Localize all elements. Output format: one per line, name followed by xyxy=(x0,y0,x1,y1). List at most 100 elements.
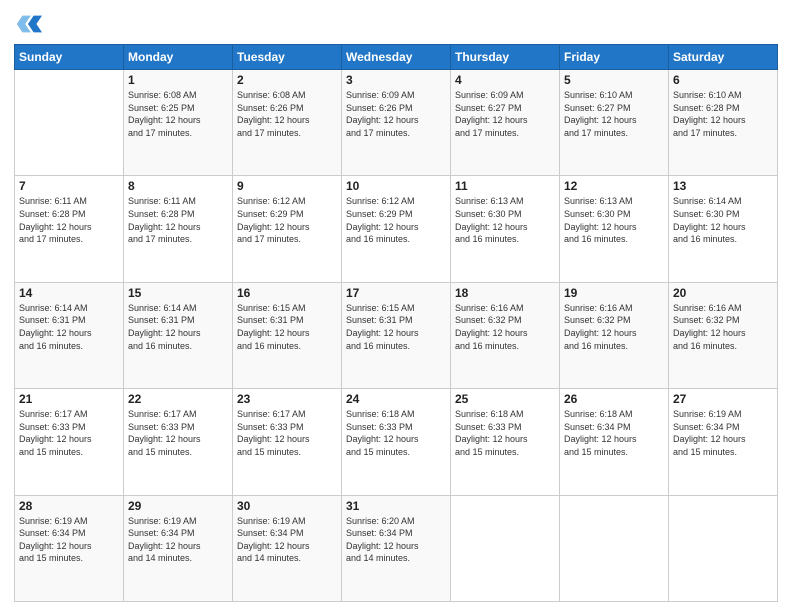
calendar-cell: 15 Sunrise: 6:14 AMSunset: 6:31 PMDayligh… xyxy=(124,282,233,388)
calendar-cell: 20Sunrise: 6:16 AMSunset: 6:32 PMDayligh… xyxy=(669,282,778,388)
day-info: Sunrise: 6:18 AMSunset: 6:34 PMDaylight:… xyxy=(564,408,664,458)
day-info: Sunrise: 6:18 AMSunset: 6:33 PMDaylight:… xyxy=(455,408,555,458)
day-info: Sunrise: 6:08 AMSunset: 6:26 PMDaylight:… xyxy=(237,89,337,139)
calendar-cell: 10Sunrise: 6:12 AMSunset: 6:29 PMDayligh… xyxy=(342,176,451,282)
week-row-3: 21 Sunrise: 6:17 AMSunset: 6:33 PMDayligh… xyxy=(15,389,778,495)
day-info: Sunrise: 6:17 AMSunset: 6:33 PMDaylight:… xyxy=(237,408,337,458)
day-info: Sunrise: 6:14 AMSunset: 6:30 PMDaylight:… xyxy=(673,195,773,245)
day-number: 29 xyxy=(128,499,228,513)
calendar-cell: 17 Sunrise: 6:15 AMSunset: 6:31 PMDayligh… xyxy=(342,282,451,388)
day-number: 7 xyxy=(19,179,119,193)
day-info: Sunrise: 6:17 AMSunset: 6:33 PMDaylight:… xyxy=(128,408,228,458)
day-header-thursday: Thursday xyxy=(451,45,560,70)
day-number: 1 xyxy=(128,73,228,87)
day-info: Sunrise: 6:13 AMSunset: 6:30 PMDaylight:… xyxy=(564,195,664,245)
calendar-cell: 9 Sunrise: 6:12 AMSunset: 6:29 PMDaylight… xyxy=(233,176,342,282)
day-info: Sunrise: 6:14 AMSunset: 6:31 PMDaylight:… xyxy=(19,302,119,352)
calendar-cell: 21Sunrise: 6:17 AMSunset: 6:33 PMDayligh… xyxy=(15,389,124,495)
calendar-cell: 31 Sunrise: 6:20 AMSunset: 6:34 PMDayligh… xyxy=(342,495,451,601)
day-number: 12 xyxy=(564,179,664,193)
day-number: 10 xyxy=(346,179,446,193)
day-info: Sunrise: 6:16 AMSunset: 6:32 PMDaylight:… xyxy=(673,302,773,352)
calendar-cell: 12 Sunrise: 6:13 AMSunset: 6:30 PMDayligh… xyxy=(560,176,669,282)
day-number: 22 xyxy=(128,392,228,406)
day-number: 15 xyxy=(128,286,228,300)
day-number: 28 xyxy=(19,499,119,513)
calendar-cell: 3 Sunrise: 6:09 AMSunset: 6:26 PMDaylight… xyxy=(342,70,451,176)
day-number: 3 xyxy=(346,73,446,87)
day-number: 9 xyxy=(237,179,337,193)
day-info: Sunrise: 6:11 AMSunset: 6:28 PMDaylight:… xyxy=(19,195,119,245)
calendar-cell xyxy=(451,495,560,601)
header-row: SundayMondayTuesdayWednesdayThursdayFrid… xyxy=(15,45,778,70)
logo xyxy=(14,10,46,38)
day-header-saturday: Saturday xyxy=(669,45,778,70)
day-info: Sunrise: 6:09 AMSunset: 6:27 PMDaylight:… xyxy=(455,89,555,139)
day-number: 14 xyxy=(19,286,119,300)
day-info: Sunrise: 6:19 AMSunset: 6:34 PMDaylight:… xyxy=(128,515,228,565)
day-number: 24 xyxy=(346,392,446,406)
calendar-cell: 11Sunrise: 6:13 AMSunset: 6:30 PMDayligh… xyxy=(451,176,560,282)
day-header-wednesday: Wednesday xyxy=(342,45,451,70)
calendar-cell: 22 Sunrise: 6:17 AMSunset: 6:33 PMDayligh… xyxy=(124,389,233,495)
day-info: Sunrise: 6:19 AMSunset: 6:34 PMDaylight:… xyxy=(237,515,337,565)
calendar-cell: 19Sunrise: 6:16 AMSunset: 6:32 PMDayligh… xyxy=(560,282,669,388)
header xyxy=(14,10,778,38)
calendar-cell: 24Sunrise: 6:18 AMSunset: 6:33 PMDayligh… xyxy=(342,389,451,495)
calendar-cell: 26 Sunrise: 6:18 AMSunset: 6:34 PMDayligh… xyxy=(560,389,669,495)
calendar-cell: 16Sunrise: 6:15 AMSunset: 6:31 PMDayligh… xyxy=(233,282,342,388)
day-info: Sunrise: 6:09 AMSunset: 6:26 PMDaylight:… xyxy=(346,89,446,139)
day-number: 23 xyxy=(237,392,337,406)
calendar-cell xyxy=(15,70,124,176)
calendar-cell: 2 Sunrise: 6:08 AMSunset: 6:26 PMDaylight… xyxy=(233,70,342,176)
day-number: 31 xyxy=(346,499,446,513)
day-info: Sunrise: 6:08 AMSunset: 6:25 PMDaylight:… xyxy=(128,89,228,139)
calendar-cell: 1 Sunrise: 6:08 AMSunset: 6:25 PMDaylight… xyxy=(124,70,233,176)
day-number: 21 xyxy=(19,392,119,406)
calendar-cell: 7 Sunrise: 6:11 AMSunset: 6:28 PMDaylight… xyxy=(15,176,124,282)
day-number: 17 xyxy=(346,286,446,300)
day-number: 13 xyxy=(673,179,773,193)
day-header-friday: Friday xyxy=(560,45,669,70)
week-row-4: 28 Sunrise: 6:19 AMSunset: 6:34 PMDayligh… xyxy=(15,495,778,601)
calendar-cell: 8 Sunrise: 6:11 AMSunset: 6:28 PMDaylight… xyxy=(124,176,233,282)
calendar-cell: 13 Sunrise: 6:14 AMSunset: 6:30 PMDayligh… xyxy=(669,176,778,282)
day-info: Sunrise: 6:19 AMSunset: 6:34 PMDaylight:… xyxy=(673,408,773,458)
day-header-sunday: Sunday xyxy=(15,45,124,70)
calendar-cell: 4Sunrise: 6:09 AMSunset: 6:27 PMDaylight… xyxy=(451,70,560,176)
day-number: 2 xyxy=(237,73,337,87)
calendar-cell: 14 Sunrise: 6:14 AMSunset: 6:31 PMDayligh… xyxy=(15,282,124,388)
week-row-2: 14 Sunrise: 6:14 AMSunset: 6:31 PMDayligh… xyxy=(15,282,778,388)
day-number: 6 xyxy=(673,73,773,87)
day-header-tuesday: Tuesday xyxy=(233,45,342,70)
logo-icon xyxy=(14,10,42,38)
day-info: Sunrise: 6:15 AMSunset: 6:31 PMDaylight:… xyxy=(346,302,446,352)
calendar-cell: 25Sunrise: 6:18 AMSunset: 6:33 PMDayligh… xyxy=(451,389,560,495)
calendar-cell: 6 Sunrise: 6:10 AMSunset: 6:28 PMDaylight… xyxy=(669,70,778,176)
calendar-table: SundayMondayTuesdayWednesdayThursdayFrid… xyxy=(14,44,778,602)
calendar-cell xyxy=(560,495,669,601)
calendar-cell: 30Sunrise: 6:19 AMSunset: 6:34 PMDayligh… xyxy=(233,495,342,601)
day-info: Sunrise: 6:10 AMSunset: 6:28 PMDaylight:… xyxy=(673,89,773,139)
day-header-monday: Monday xyxy=(124,45,233,70)
calendar-cell: 29 Sunrise: 6:19 AMSunset: 6:34 PMDayligh… xyxy=(124,495,233,601)
day-info: Sunrise: 6:19 AMSunset: 6:34 PMDaylight:… xyxy=(19,515,119,565)
calendar-cell: 28 Sunrise: 6:19 AMSunset: 6:34 PMDayligh… xyxy=(15,495,124,601)
day-number: 26 xyxy=(564,392,664,406)
calendar-cell xyxy=(669,495,778,601)
day-info: Sunrise: 6:14 AMSunset: 6:31 PMDaylight:… xyxy=(128,302,228,352)
calendar-cell: 27Sunrise: 6:19 AMSunset: 6:34 PMDayligh… xyxy=(669,389,778,495)
day-info: Sunrise: 6:16 AMSunset: 6:32 PMDaylight:… xyxy=(455,302,555,352)
week-row-0: 1 Sunrise: 6:08 AMSunset: 6:25 PMDaylight… xyxy=(15,70,778,176)
day-info: Sunrise: 6:10 AMSunset: 6:27 PMDaylight:… xyxy=(564,89,664,139)
calendar-cell: 5 Sunrise: 6:10 AMSunset: 6:27 PMDaylight… xyxy=(560,70,669,176)
day-info: Sunrise: 6:12 AMSunset: 6:29 PMDaylight:… xyxy=(237,195,337,245)
day-number: 11 xyxy=(455,179,555,193)
day-number: 5 xyxy=(564,73,664,87)
day-number: 16 xyxy=(237,286,337,300)
day-info: Sunrise: 6:20 AMSunset: 6:34 PMDaylight:… xyxy=(346,515,446,565)
calendar-cell: 23 Sunrise: 6:17 AMSunset: 6:33 PMDayligh… xyxy=(233,389,342,495)
day-number: 8 xyxy=(128,179,228,193)
page-container: SundayMondayTuesdayWednesdayThursdayFrid… xyxy=(0,0,792,612)
day-info: Sunrise: 6:11 AMSunset: 6:28 PMDaylight:… xyxy=(128,195,228,245)
